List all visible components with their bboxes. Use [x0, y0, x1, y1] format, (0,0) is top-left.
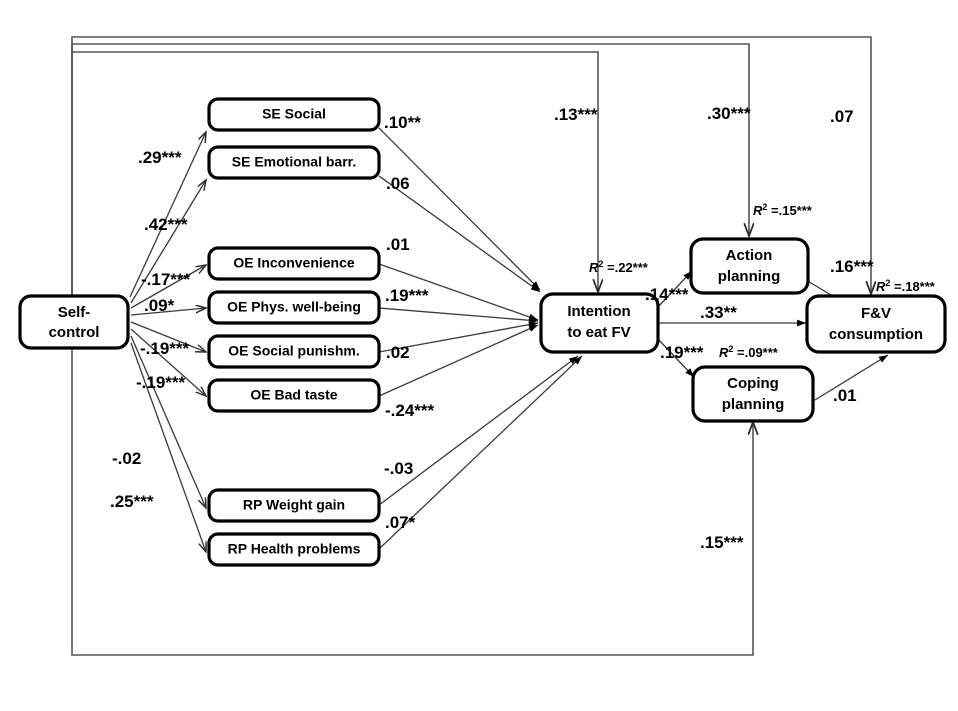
svg-text:R2 =.15***: R2 =.15*** [753, 202, 813, 218]
edge-selfcontrol-to-action-planning [71, 43, 749, 296]
label-sc-to-rp-health: .25*** [110, 492, 154, 511]
r2-fv-consumption-value: =.18*** [890, 279, 935, 294]
node-oe-social-punishment[interactable]: OE Social punishm. [207, 334, 381, 369]
node-action-planning-label-2: planning [718, 268, 781, 285]
label-sc-to-rp-weight: -.02 [112, 449, 141, 468]
node-fv-consumption-label-1: F&V [861, 305, 891, 322]
node-oe-inconvenience-label: OE Inconvenience [233, 255, 355, 271]
svg-text:R2 =.09***: R2 =.09*** [719, 344, 779, 360]
node-self-control[interactable]: Self- control [18, 294, 130, 350]
edge-se-social-to-intention [378, 127, 541, 291]
label-sc-to-se-social: .29*** [138, 148, 182, 167]
label-oe-bad-taste-to-intention: -.24*** [385, 401, 435, 420]
label-sc-to-se-emotional: .42*** [144, 215, 188, 234]
node-rp-health-problems[interactable]: RP Health problems [207, 532, 381, 567]
r2-coping-planning: R2 =.09*** [719, 344, 779, 360]
node-oe-bad-taste[interactable]: OE Bad taste [207, 378, 381, 413]
label-rp-health-to-intention: .07* [385, 513, 416, 532]
path-diagram-svg: Self- control SE Social SE Emotional bar… [18, 36, 947, 656]
node-coping-planning[interactable]: Coping planning [691, 365, 815, 423]
r2-coping-planning-value: =.09*** [733, 345, 778, 360]
edge-oe-phys-to-intention [378, 307, 539, 324]
node-se-emotional-barr[interactable]: SE Emotional barr. [207, 145, 381, 180]
node-oe-phys-label: OE Phys. well-being [227, 299, 361, 315]
node-action-planning[interactable]: Action planning [689, 237, 810, 295]
node-se-social-label: SE Social [262, 106, 326, 122]
label-intention-to-fv: .33** [700, 303, 737, 322]
label-sc-to-fv-consumption: .07 [830, 107, 854, 126]
edge-rp-weight-to-intention [378, 355, 579, 506]
label-oe-inconvenience-to-intention: .01 [386, 235, 410, 254]
label-se-social-to-intention: .10** [384, 113, 421, 132]
label-coping-planning-to-fv: .01 [833, 386, 857, 405]
label-oe-social-punish-to-intention: .02 [386, 343, 410, 362]
r2-intention-value: =.22*** [603, 260, 648, 275]
label-oe-phys-to-intention: .19*** [385, 286, 429, 305]
node-oe-inconvenience[interactable]: OE Inconvenience [207, 246, 381, 281]
node-rp-health-label: RP Health problems [228, 541, 361, 557]
r2-action-planning: R2 =.15*** [753, 202, 813, 218]
edge-se-emotional-to-intention [378, 175, 541, 293]
node-action-planning-label-1: Action [726, 247, 773, 264]
node-fv-consumption[interactable]: F&V consumption [805, 294, 947, 354]
r2-fv-consumption: R2 =.18*** [876, 278, 936, 294]
label-sc-to-oe-social-punish: -.19*** [140, 339, 190, 358]
node-oe-phys-wellbeing[interactable]: OE Phys. well-being [207, 290, 381, 325]
node-fv-consumption-label-2: consumption [829, 326, 923, 343]
node-coping-planning-label-1: Coping [727, 375, 779, 392]
label-se-emotional-to-intention: .06 [386, 174, 410, 193]
node-coping-planning-label-2: planning [722, 396, 785, 413]
label-sc-to-oe-bad-taste: -.19*** [136, 373, 186, 392]
node-intention-to-eat-fv[interactable]: Intention to eat FV [539, 292, 660, 354]
path-diagram-canvas: Self- control SE Social SE Emotional bar… [0, 0, 958, 711]
label-sc-to-action-planning: .30*** [707, 104, 751, 123]
node-rp-weight-label: RP Weight gain [243, 497, 345, 513]
label-sc-to-oe-phys: .09* [144, 296, 175, 315]
label-intention-to-coping-planning: .19*** [660, 343, 704, 362]
r2-action-planning-value: =.15*** [767, 203, 812, 218]
label-action-planning-to-fv: .16*** [830, 257, 874, 276]
node-oe-social-punish-label: OE Social punishm. [228, 343, 359, 359]
node-se-emotional-label: SE Emotional barr. [232, 154, 356, 170]
node-intention-label-1: Intention [567, 303, 630, 320]
node-self-control-label-1: Self- [58, 304, 91, 321]
label-intention-to-action-planning: .14*** [645, 285, 689, 304]
label-rp-weight-to-intention: -.03 [384, 459, 413, 478]
edge-selfcontrol-to-coping-planning [71, 348, 753, 656]
label-sc-to-intention: .13*** [554, 105, 598, 124]
node-intention-label-2: to eat FV [567, 324, 630, 341]
svg-text:R2 =.22***: R2 =.22*** [589, 259, 649, 275]
node-self-control-label-2: control [49, 324, 100, 341]
node-rp-weight-gain[interactable]: RP Weight gain [207, 488, 381, 523]
node-oe-bad-taste-label: OE Bad taste [250, 387, 337, 403]
label-sc-to-coping-planning: .15*** [700, 533, 744, 552]
svg-text:R2 =.18***: R2 =.18*** [876, 278, 936, 294]
node-se-social[interactable]: SE Social [207, 97, 381, 132]
r2-intention: R2 =.22*** [589, 259, 649, 275]
label-sc-to-oe-inconvenience: -.17*** [141, 270, 191, 289]
